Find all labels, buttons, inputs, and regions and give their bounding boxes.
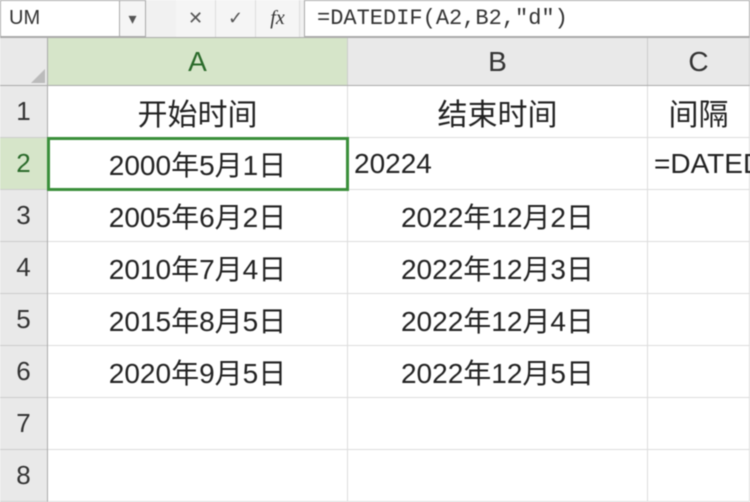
cell-C4[interactable] bbox=[648, 242, 750, 294]
name-box[interactable]: UM bbox=[0, 0, 120, 37]
cell-C5[interactable] bbox=[648, 294, 750, 346]
row-header-5[interactable]: 5 bbox=[0, 294, 47, 346]
name-box-dropdown[interactable]: ▾ bbox=[120, 0, 146, 37]
cell-B6[interactable]: 2022年12月5日 bbox=[348, 346, 648, 398]
cell-C8[interactable] bbox=[648, 450, 750, 502]
cell-C7[interactable] bbox=[648, 398, 750, 450]
column-header-A[interactable]: A bbox=[48, 38, 348, 85]
row-header-1[interactable]: 1 bbox=[0, 86, 47, 138]
select-all-corner[interactable] bbox=[0, 38, 48, 86]
cell-B4[interactable]: 2022年12月3日 bbox=[348, 242, 648, 294]
cell-B5[interactable]: 2022年12月4日 bbox=[348, 294, 648, 346]
formula-bar: UM ▾ ✕ ✓ fx =DATEDIF(A2,B2,"d") bbox=[0, 0, 750, 38]
table-row: 2020年9月5日 2022年12月5日 bbox=[48, 346, 750, 398]
column-headers: A B C bbox=[48, 38, 750, 86]
table-row: 2015年8月5日 2022年12月4日 bbox=[48, 294, 750, 346]
cell-A4[interactable]: 2010年7月4日 bbox=[48, 242, 348, 294]
sheet-area: A B C 1 2 3 4 5 6 7 8 开始时间 结束时间 间隔 2000年… bbox=[0, 38, 750, 500]
cell-c2-editing-overlay: =DATEDIF(A bbox=[648, 138, 750, 190]
row-headers: 1 2 3 4 5 6 7 8 bbox=[0, 86, 48, 502]
cell-A8[interactable] bbox=[48, 450, 348, 502]
formula-bar-gap bbox=[146, 0, 176, 37]
table-row: 2010年7月4日 2022年12月3日 bbox=[48, 242, 750, 294]
row-header-8[interactable]: 8 bbox=[0, 450, 47, 502]
cell-A2[interactable]: 2000年5月1日 bbox=[48, 138, 348, 190]
insert-function-button[interactable]: fx bbox=[256, 0, 300, 37]
row-header-7[interactable]: 7 bbox=[0, 398, 47, 450]
formula-cancel-button[interactable]: ✕ bbox=[176, 0, 216, 37]
cell-A5[interactable]: 2015年8月5日 bbox=[48, 294, 348, 346]
table-row bbox=[48, 398, 750, 450]
table-row: 2005年6月2日 2022年12月2日 bbox=[48, 190, 750, 242]
column-header-B[interactable]: B bbox=[348, 38, 648, 85]
cell-C3[interactable] bbox=[648, 190, 750, 242]
row-header-6[interactable]: 6 bbox=[0, 346, 47, 398]
table-row: 开始时间 结束时间 间隔 bbox=[48, 86, 750, 138]
check-icon: ✓ bbox=[228, 8, 243, 29]
cell-C1[interactable]: 间隔 bbox=[648, 86, 750, 138]
chevron-down-icon: ▾ bbox=[128, 9, 136, 29]
cell-B1[interactable]: 结束时间 bbox=[348, 86, 648, 138]
fx-icon: fx bbox=[270, 7, 284, 30]
row-header-3[interactable]: 3 bbox=[0, 190, 47, 242]
grid[interactable]: 开始时间 结束时间 间隔 2000年5月1日 20224 2005年6月2日 2… bbox=[48, 86, 750, 500]
cell-B8[interactable] bbox=[348, 450, 648, 502]
column-header-C[interactable]: C bbox=[648, 38, 750, 85]
row-header-4[interactable]: 4 bbox=[0, 242, 47, 294]
cell-A1[interactable]: 开始时间 bbox=[48, 86, 348, 138]
formula-input[interactable]: =DATEDIF(A2,B2,"d") bbox=[304, 0, 750, 37]
table-row bbox=[48, 450, 750, 502]
formula-enter-button[interactable]: ✓ bbox=[216, 0, 256, 37]
cell-B2[interactable]: 20224 bbox=[348, 138, 648, 190]
table-row: 2000年5月1日 20224 bbox=[48, 138, 750, 190]
cell-A3[interactable]: 2005年6月2日 bbox=[48, 190, 348, 242]
cell-C6[interactable] bbox=[648, 346, 750, 398]
cell-B3[interactable]: 2022年12月2日 bbox=[348, 190, 648, 242]
row-header-2[interactable]: 2 bbox=[0, 138, 47, 190]
cell-A6[interactable]: 2020年9月5日 bbox=[48, 346, 348, 398]
close-icon: ✕ bbox=[188, 8, 203, 29]
cell-B7[interactable] bbox=[348, 398, 648, 450]
cell-A7[interactable] bbox=[48, 398, 348, 450]
